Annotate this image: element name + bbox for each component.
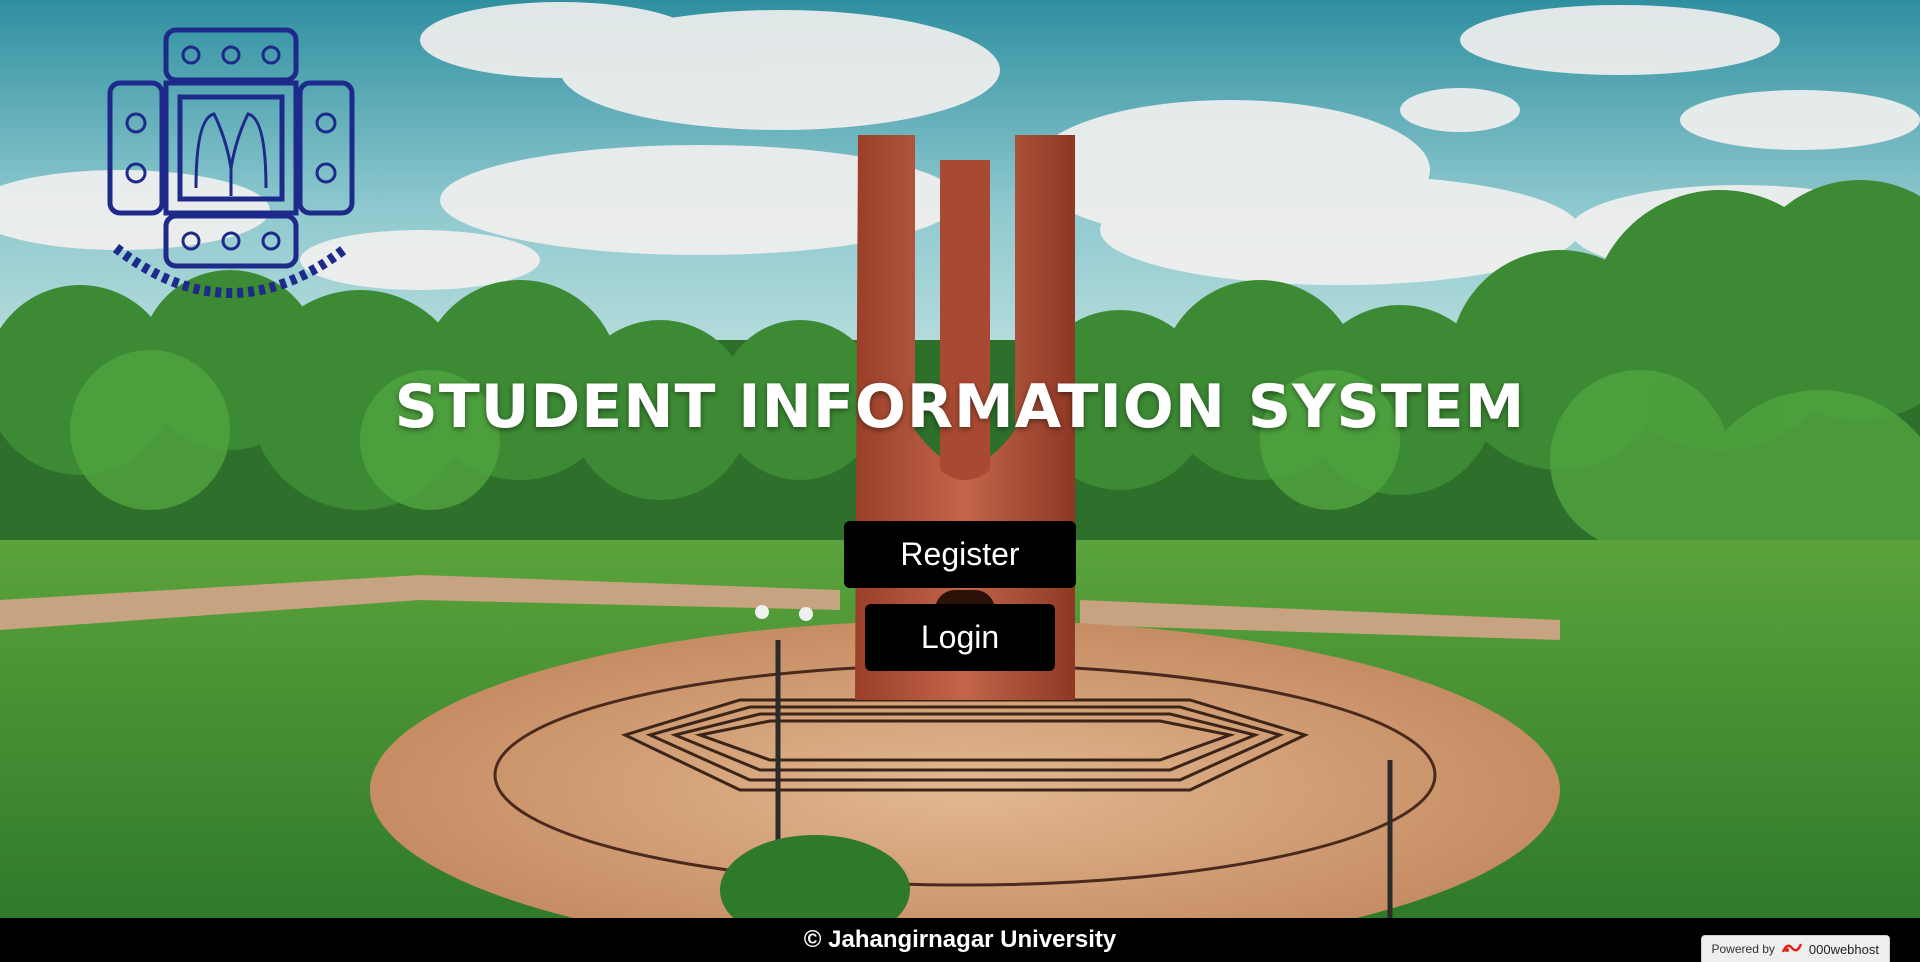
powered-by-brand: 000webhost [1808, 941, 1879, 957]
footer: © Jahangirnagar University Powered by 00… [0, 918, 1920, 962]
register-button[interactable]: Register [844, 521, 1076, 588]
powered-by-label: Powered by [1711, 942, 1775, 956]
university-logo [96, 18, 361, 323]
powered-by-badge[interactable]: Powered by 000webhost [1700, 935, 1890, 962]
page-title: STUDENT INFORMATION SYSTEM [394, 372, 1526, 442]
login-button[interactable]: Login [865, 604, 1055, 671]
landing-page: STUDENT INFORMATION SYSTEM Register Logi… [0, 0, 1920, 962]
000webhost-logo-icon [1781, 940, 1803, 959]
copyright-text: © Jahangirnagar University [803, 926, 1117, 953]
